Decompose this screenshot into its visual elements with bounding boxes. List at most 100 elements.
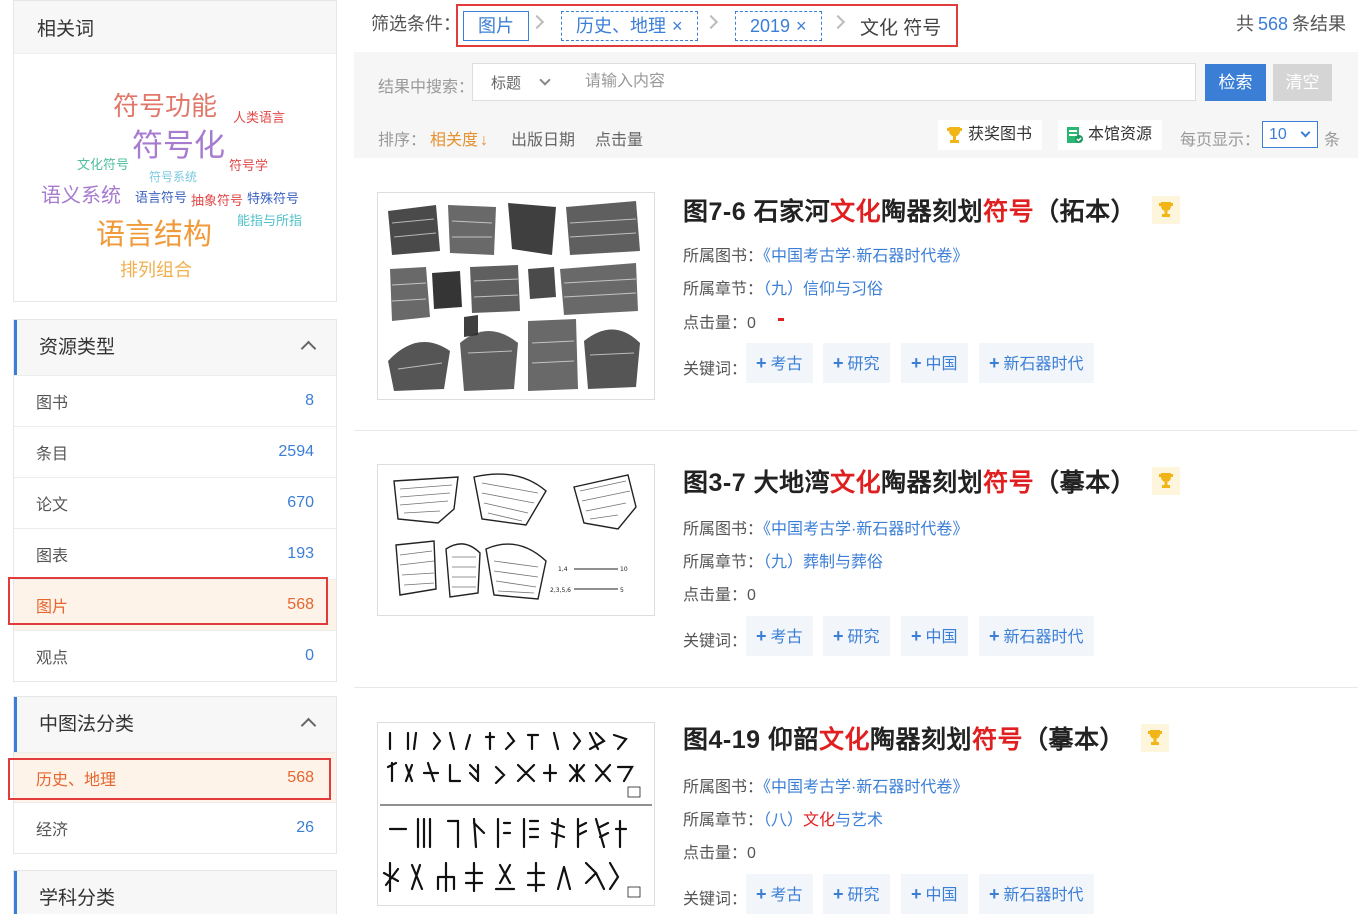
- result-chapter: 所属章节：（八）文化与艺术: [683, 806, 883, 830]
- chevron-down-icon[interactable]: [539, 74, 551, 86]
- rubbing-image: [378, 193, 654, 399]
- chapter-text: （九）葬制与葬俗: [763, 554, 884, 571]
- title-highlight: 文化: [818, 726, 870, 754]
- resource-type-item-book[interactable]: 图书 8: [14, 375, 336, 426]
- filter-label: 筛选条件：: [371, 14, 461, 34]
- keyword-tag[interactable]: + 中国: [901, 343, 968, 383]
- keyword-tag[interactable]: + 研究: [823, 616, 890, 656]
- cloud-word[interactable]: 抽象符号: [191, 194, 243, 207]
- close-icon[interactable]: ×: [796, 16, 807, 36]
- facet-label: 经济: [36, 822, 69, 839]
- chapter-link[interactable]: （九）信仰与习俗: [763, 281, 883, 298]
- resource-type-panel: 资源类型 图书 8 条目 2594 论文 670 图表 193 图片 568 观点 0: [13, 319, 337, 682]
- chapter-link[interactable]: （八）文化与艺术: [763, 812, 883, 829]
- clc-header[interactable]: 中图法分类: [14, 697, 336, 752]
- clc-item-economy[interactable]: 经济 26: [14, 802, 336, 853]
- cloud-word[interactable]: 文化符号: [77, 158, 129, 171]
- sort-relevance[interactable]: 相关度 ↓: [430, 126, 488, 150]
- sort-pub-date[interactable]: 出版日期: [511, 126, 575, 150]
- resource-type-item-entry[interactable]: 条目 2594: [14, 426, 336, 477]
- chevron-up-icon[interactable]: [300, 340, 317, 357]
- title-text: 图3-7 大地湾: [683, 469, 831, 497]
- library-resources-button[interactable]: 本馆资源: [1058, 120, 1163, 150]
- keyword-tag[interactable]: + 新石器时代: [979, 343, 1094, 383]
- result-title[interactable]: 图3-7 大地湾文化陶器刻划符号（摹本）: [683, 463, 1180, 499]
- keyword-tag[interactable]: + 研究: [823, 874, 890, 914]
- plus-icon: +: [833, 884, 844, 904]
- book-link[interactable]: 《中国考古学·新石器时代卷》: [763, 521, 968, 538]
- per-page-select[interactable]: 10: [1262, 121, 1318, 148]
- keywords-label: 关键词：: [683, 891, 748, 908]
- resource-type-item-image[interactable]: 图片 568: [14, 579, 336, 630]
- related-words-panel: 相关词 符号功能 人类语言 符号化 文化符号 符号系统 符号学 语义系统 语言符…: [13, 0, 337, 302]
- clicks-value: 0: [747, 587, 756, 604]
- result-thumbnail[interactable]: 1,4 10 2,3,5,6 5: [377, 464, 655, 616]
- filter-chip-year[interactable]: 2019 ×: [735, 11, 822, 41]
- result-thumbnail[interactable]: [377, 192, 655, 400]
- cloud-word[interactable]: 符号化: [132, 130, 225, 161]
- cloud-word[interactable]: 符号功能: [113, 93, 217, 119]
- result-thumbnail[interactable]: [377, 722, 655, 906]
- library-book-icon: [1067, 127, 1083, 143]
- keyword-tag[interactable]: + 新石器时代: [979, 616, 1094, 656]
- keyword-tag[interactable]: + 考古: [746, 343, 813, 383]
- search-input[interactable]: [585, 64, 1175, 100]
- keyword-tag[interactable]: + 中国: [901, 616, 968, 656]
- title-highlight: 符号: [983, 198, 1035, 226]
- cloud-word[interactable]: 能指与所指: [237, 214, 302, 227]
- filter-bar: 筛选条件： 图片 历史、地理 × 2019 × 文化 符号 共 568 条结果: [354, 0, 1358, 52]
- cloud-word[interactable]: 语言符号: [135, 191, 187, 204]
- chevron-right-icon: [830, 14, 846, 30]
- chapter-link[interactable]: （九）葬制与葬俗: [763, 554, 883, 571]
- title-text: 图7-6 石家河: [683, 198, 831, 226]
- clc-panel: 中图法分类 历史、地理 568 经济 26: [13, 696, 337, 854]
- svg-text:10: 10: [620, 566, 628, 573]
- per-page-value: 10: [1269, 126, 1287, 143]
- book-link[interactable]: 《中国考古学·新石器时代卷》: [763, 248, 968, 265]
- resource-type-item-paper[interactable]: 论文 670: [14, 477, 336, 528]
- plus-icon: +: [756, 626, 767, 646]
- filter-chip-history-geography[interactable]: 历史、地理 ×: [561, 11, 698, 41]
- clc-item-history-geography[interactable]: 历史、地理 568: [14, 752, 336, 802]
- plus-icon: +: [756, 884, 767, 904]
- cloud-word[interactable]: 排列组合: [120, 261, 192, 279]
- resource-type-item-chart[interactable]: 图表 193: [14, 528, 336, 579]
- book-link[interactable]: 《中国考古学·新石器时代卷》: [763, 779, 968, 796]
- cloud-word[interactable]: 符号系统: [149, 171, 197, 183]
- clicks-label: 点击量：: [683, 315, 748, 332]
- clear-button[interactable]: 清空: [1273, 64, 1332, 101]
- result-title[interactable]: 图7-6 石家河文化陶器刻划符号（拓本）: [683, 192, 1180, 228]
- close-icon[interactable]: ×: [672, 16, 683, 36]
- result-clicks: 点击量：0: [683, 581, 756, 605]
- award-books-button[interactable]: 获奖图书: [938, 120, 1043, 150]
- chevron-up-icon[interactable]: [300, 717, 317, 734]
- keyword-tag[interactable]: + 考古: [746, 874, 813, 914]
- keyword-text: 中国: [925, 356, 958, 373]
- search-button[interactable]: 检索: [1205, 64, 1266, 101]
- keyword-tag[interactable]: + 新石器时代: [979, 874, 1094, 914]
- subject-header[interactable]: 学科分类: [14, 871, 336, 914]
- filter-chip-image[interactable]: 图片: [463, 11, 529, 41]
- cloud-word[interactable]: 符号学: [229, 159, 268, 172]
- per-page-unit: 条: [1324, 132, 1341, 149]
- result-item: 图4-19 仰韶文化陶器刻划符号（摹本） 所属图书：《中国考古学·新石器时代卷》…: [354, 688, 1358, 914]
- trophy-icon: [947, 127, 962, 143]
- keyword-tag[interactable]: + 中国: [901, 874, 968, 914]
- clicks-label: 点击量：: [683, 587, 748, 604]
- result-title[interactable]: 图4-19 仰韶文化陶器刻划符号（摹本）: [683, 720, 1169, 756]
- resource-type-header[interactable]: 资源类型: [14, 320, 336, 375]
- keyword-tag[interactable]: + 研究: [823, 343, 890, 383]
- chip-label: 历史、地理: [576, 16, 666, 36]
- title-text: （摹本）: [1034, 469, 1137, 497]
- cloud-word[interactable]: 人类语言: [233, 111, 285, 124]
- search-field-select[interactable]: 标题: [491, 72, 521, 93]
- result-clicks: 点击量：0: [683, 839, 756, 863]
- keyword-tag[interactable]: + 考古: [746, 616, 813, 656]
- total-suffix: 条结果: [1292, 14, 1346, 34]
- cloud-word[interactable]: 语言结构: [96, 221, 212, 250]
- sort-label: 排序：: [378, 132, 427, 149]
- sort-clicks[interactable]: 点击量: [595, 126, 643, 150]
- resource-type-item-viewpoint[interactable]: 观点 0: [14, 630, 336, 681]
- cloud-word[interactable]: 语义系统: [41, 186, 121, 206]
- cloud-word[interactable]: 特殊符号: [247, 192, 299, 205]
